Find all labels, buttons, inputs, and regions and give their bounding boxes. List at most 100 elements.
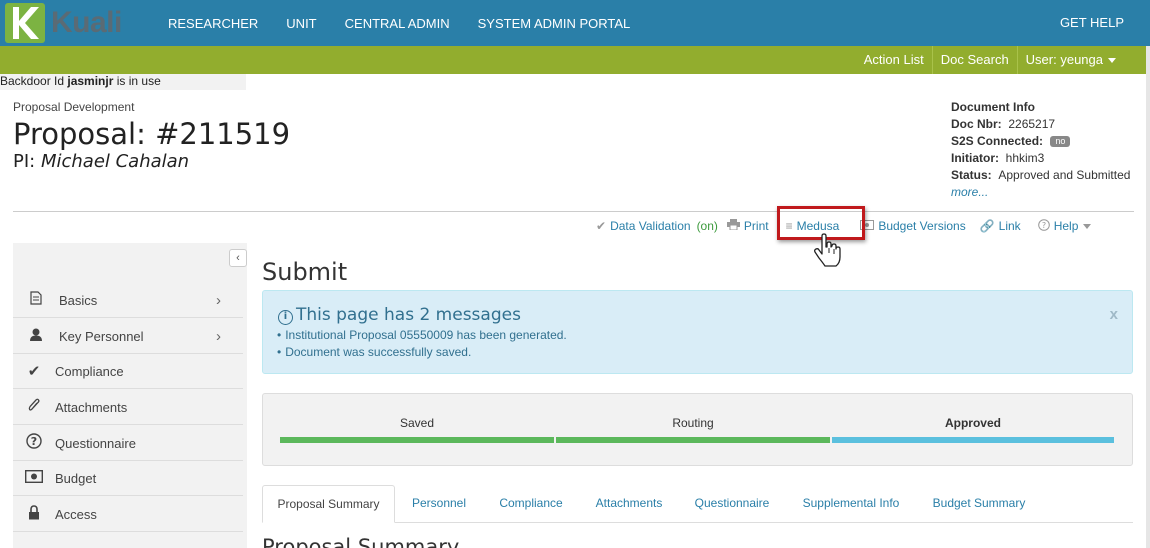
step-bar	[280, 437, 554, 443]
question-icon: ?	[23, 433, 45, 453]
sidebar-item-basics[interactable]: Basics ›	[13, 283, 243, 318]
step-label: Saved	[399, 416, 435, 430]
sidebar-item-key-personnel[interactable]: Key Personnel ›	[13, 319, 243, 354]
initiator-label: Initiator:	[951, 151, 999, 165]
messages-alert: iThis page has 2 messages Institutional …	[262, 290, 1133, 374]
svg-text:?: ?	[1042, 221, 1046, 230]
step-label: Approved	[944, 416, 1001, 430]
more-link[interactable]: more...	[951, 184, 1147, 201]
lock-icon	[23, 504, 45, 524]
sidebar-item-label: Basics	[59, 292, 98, 308]
print-label: Print	[743, 219, 769, 233]
alert-message: Document was successfully saved.	[277, 344, 567, 361]
sidebar-item-label: Attachments	[55, 399, 128, 415]
question-icon: ?	[1037, 218, 1050, 234]
chevron-right-icon: ›	[216, 327, 221, 345]
chevron-right-icon: ›	[216, 291, 221, 309]
sidebar-item-label: Access	[55, 506, 97, 522]
sidebar-item-label: Compliance	[55, 363, 124, 379]
budget-versions-button[interactable]: Budget Versions	[860, 219, 966, 233]
kuali-logo[interactable]: Kuali	[5, 3, 122, 43]
check-icon: ✔	[596, 219, 607, 233]
tab-proposal-summary[interactable]: Proposal Summary	[262, 485, 395, 523]
progress-step-saved: Saved	[280, 394, 554, 467]
alert-title: i This page has 2 messages	[278, 305, 521, 325]
nav-central-admin[interactable]: CENTRAL ADMIN	[331, 16, 464, 31]
help-menu[interactable]: ? Help	[1037, 218, 1092, 234]
summary-tabs: Proposal Summary Personnel Compliance At…	[262, 485, 1133, 523]
pi-label: PI:	[13, 151, 41, 172]
action-list-link[interactable]: Action List	[856, 46, 932, 74]
step-bar	[832, 437, 1114, 443]
backdoor-notice: Backdoor Id jasminjr is in use	[0, 74, 246, 90]
tab-supplemental-info[interactable]: Supplemental Info	[793, 485, 909, 523]
sidebar-item-access[interactable]: Access	[13, 497, 243, 532]
kuali-logo-icon	[5, 3, 45, 43]
progress-step-approved: Approved	[832, 394, 1114, 467]
data-validation-label: Data Validation	[610, 219, 691, 233]
link-label: Link	[998, 219, 1021, 233]
link-button[interactable]: 🔗 Link	[980, 219, 1021, 233]
progress-step-routing: Routing	[556, 394, 830, 467]
pointer-hand-icon	[813, 233, 841, 272]
page-title: Proposal: #211519	[13, 117, 291, 151]
alert-title-text: This page has 2 messages	[296, 305, 521, 325]
secondary-toolbar: Action List Doc Search User: yeunga	[0, 46, 1146, 74]
tab-questionnaire[interactable]: Questionnaire	[686, 485, 778, 523]
backdoor-user: jasminjr	[67, 74, 114, 88]
get-help-link[interactable]: GET HELP	[1060, 15, 1124, 30]
doc-nbr-value: 2265217	[1008, 117, 1056, 131]
chevron-left-icon: ‹	[236, 252, 240, 264]
status-label: Status:	[951, 168, 992, 182]
doc-nbr-label: Doc Nbr:	[951, 117, 1002, 131]
proposal-summary-heading: Proposal Summary	[262, 535, 460, 548]
top-navigation-bar: Kuali RESEARCHER UNIT CENTRAL ADMIN SYST…	[0, 0, 1150, 46]
top-nav-menu: RESEARCHER UNIT CENTRAL ADMIN SYSTEM ADM…	[154, 0, 644, 46]
section-title: Submit	[262, 258, 348, 286]
svg-text:?: ?	[31, 435, 37, 448]
s2s-label: S2S Connected:	[951, 134, 1044, 148]
data-validation-button[interactable]: ✔ Data Validation (on)	[596, 219, 718, 233]
link-icon: 🔗	[979, 219, 995, 233]
money-icon	[23, 469, 45, 487]
info-icon: i	[278, 310, 293, 325]
breadcrumb: Proposal Development	[13, 100, 135, 114]
tab-personnel[interactable]: Personnel	[402, 485, 476, 523]
validation-status: (on)	[696, 219, 718, 233]
sidebar-item-attachments[interactable]: Attachments	[13, 390, 243, 425]
docinfo-heading: Document Info	[951, 100, 1035, 114]
close-icon[interactable]: x	[1110, 306, 1118, 323]
printer-icon	[726, 219, 740, 233]
alert-messages: Institutional Proposal 05550009 has been…	[277, 327, 567, 361]
check-icon: ✔	[27, 363, 41, 380]
collapse-sidebar-button[interactable]: ‹	[229, 249, 247, 267]
alert-message: Institutional Proposal 05550009 has been…	[277, 327, 567, 344]
nav-system-admin-portal[interactable]: SYSTEM ADMIN PORTAL	[464, 16, 645, 31]
header-divider	[13, 211, 1134, 212]
principal-investigator: PI: Michael Cahalan	[13, 151, 189, 172]
s2s-badge: no	[1050, 136, 1071, 148]
backdoor-suffix: is in use	[113, 74, 161, 88]
tab-compliance[interactable]: Compliance	[490, 485, 572, 523]
nav-researcher[interactable]: RESEARCHER	[154, 16, 272, 31]
doc-search-link[interactable]: Doc Search	[931, 46, 1017, 74]
step-label: Routing	[672, 416, 714, 430]
backdoor-prefix: Backdoor Id	[0, 74, 68, 88]
document-icon	[25, 291, 47, 309]
budget-versions-label: Budget Versions	[878, 219, 966, 233]
tab-attachments[interactable]: Attachments	[586, 485, 672, 523]
person-icon	[25, 328, 47, 345]
sidebar-item-budget[interactable]: Budget	[13, 461, 243, 496]
tab-budget-summary[interactable]: Budget Summary	[923, 485, 1035, 523]
nav-unit[interactable]: UNIT	[272, 16, 330, 31]
caret-down-icon	[1108, 58, 1116, 64]
help-label: Help	[1053, 219, 1079, 233]
sidebar-item-questionnaire[interactable]: ? Questionnaire	[13, 426, 243, 461]
paperclip-icon	[23, 398, 45, 417]
user-menu[interactable]: User: yeunga	[1016, 46, 1124, 74]
print-button[interactable]: Print	[726, 219, 769, 233]
sidebar-item-compliance[interactable]: ✔ Compliance	[13, 354, 243, 389]
step-bar	[556, 437, 830, 443]
logo-text: Kuali	[51, 6, 122, 39]
sidebar-item-label: Budget	[55, 470, 97, 486]
